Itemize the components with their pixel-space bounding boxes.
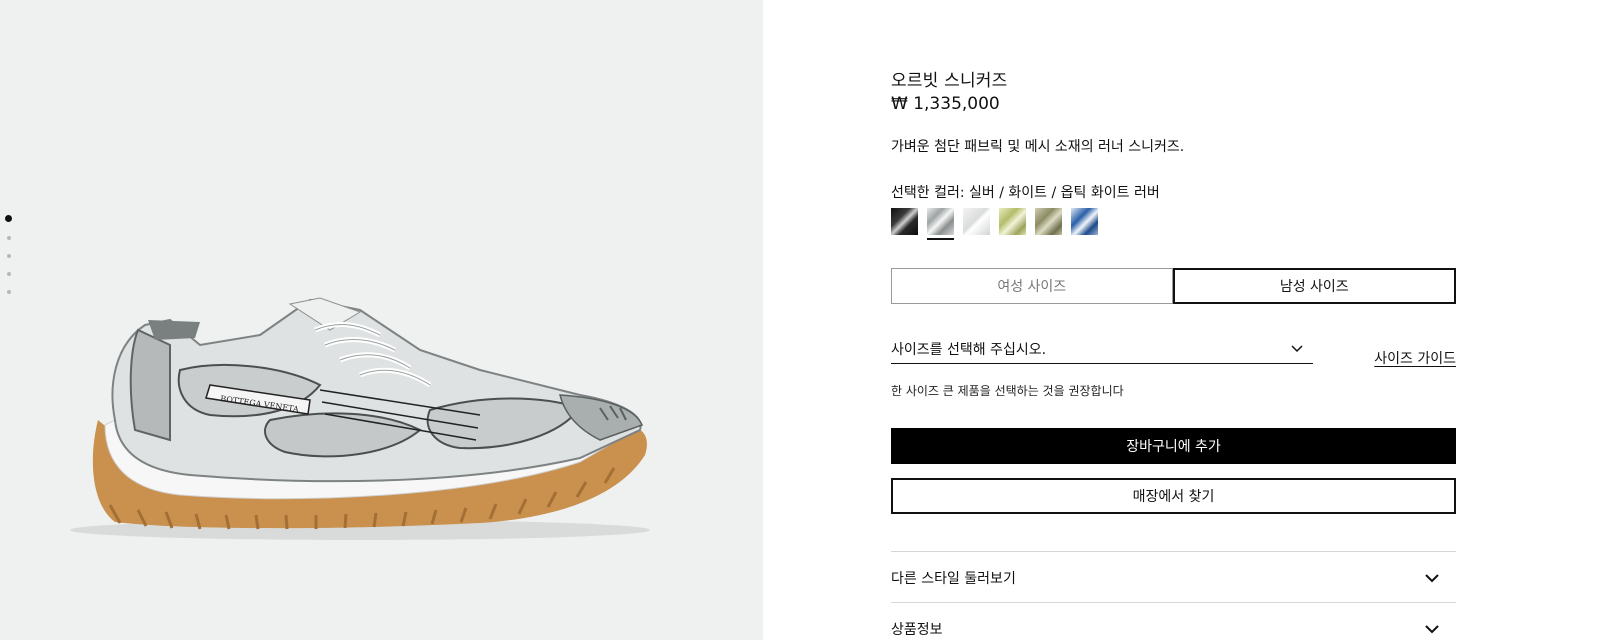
chevron-down-icon xyxy=(1291,345,1303,353)
white-swatch[interactable] xyxy=(963,208,990,235)
product-title: 오르빗 스니커즈 xyxy=(891,71,1008,91)
gallery-pagination xyxy=(5,215,12,308)
tab-men-size[interactable]: 남성 사이즈 xyxy=(1172,268,1456,304)
chevron-down-icon xyxy=(1425,574,1439,583)
black-swatch[interactable] xyxy=(891,208,918,235)
accordion-divider xyxy=(891,551,1456,552)
size-recommendation-note: 한 사이즈 큰 제품을 선택하는 것을 권장합니다 xyxy=(891,384,1124,398)
product-description: 가벼운 첨단 패브릭 및 메시 소재의 러너 스니커즈. xyxy=(891,139,1185,155)
olive-swatch[interactable] xyxy=(1035,208,1062,235)
accordion-product-info-label: 상품정보 xyxy=(891,622,943,638)
gallery-dot-2[interactable] xyxy=(7,236,11,240)
size-region-tabs: 여성 사이즈 남성 사이즈 xyxy=(891,268,1456,304)
accordion-other-styles-label: 다른 스타일 둘러보기 xyxy=(891,571,1016,587)
product-image: BOTTEGA VENETA xyxy=(70,297,650,540)
tab-women-size[interactable]: 여성 사이즈 xyxy=(891,268,1173,304)
product-detail-panel: 오르빗 스니커즈 ₩ 1,335,000 가벼운 첨단 패브릭 및 메시 소재의… xyxy=(891,0,1456,640)
selected-color-label: 선택한 컬러: 실버 / 화이트 / 옵틱 화이트 러버 xyxy=(891,185,1160,201)
size-dropdown[interactable]: 사이즈를 선택해 주십시오. xyxy=(891,336,1313,364)
blue-swatch[interactable] xyxy=(1071,208,1098,235)
gallery-dot-3[interactable] xyxy=(7,254,11,258)
product-gallery: BOTTEGA VENETA xyxy=(0,0,763,640)
gallery-dot-4[interactable] xyxy=(7,272,11,276)
find-in-store-button[interactable]: 매장에서 찾기 xyxy=(891,478,1456,514)
chevron-down-icon xyxy=(1425,625,1439,634)
lime-swatch[interactable] xyxy=(999,208,1026,235)
size-dropdown-placeholder: 사이즈를 선택해 주십시오. xyxy=(891,342,1047,358)
add-to-cart-button[interactable]: 장바구니에 추가 xyxy=(891,428,1456,464)
accordion-divider xyxy=(891,602,1456,603)
gallery-dot-1[interactable] xyxy=(5,215,12,222)
silver-swatch[interactable] xyxy=(927,208,954,240)
color-swatches xyxy=(891,208,1098,240)
accordion-other-styles[interactable]: 다른 스타일 둘러보기 xyxy=(891,563,1456,593)
product-page: BOTTEGA VENETA 오르빗 스니커즈 ₩ 1,335,000 가벼운 … xyxy=(0,0,1612,640)
gallery-dot-5[interactable] xyxy=(7,290,11,294)
size-guide-link[interactable]: 사이즈 가이드 xyxy=(1374,348,1456,368)
product-price: ₩ 1,335,000 xyxy=(891,94,1000,114)
